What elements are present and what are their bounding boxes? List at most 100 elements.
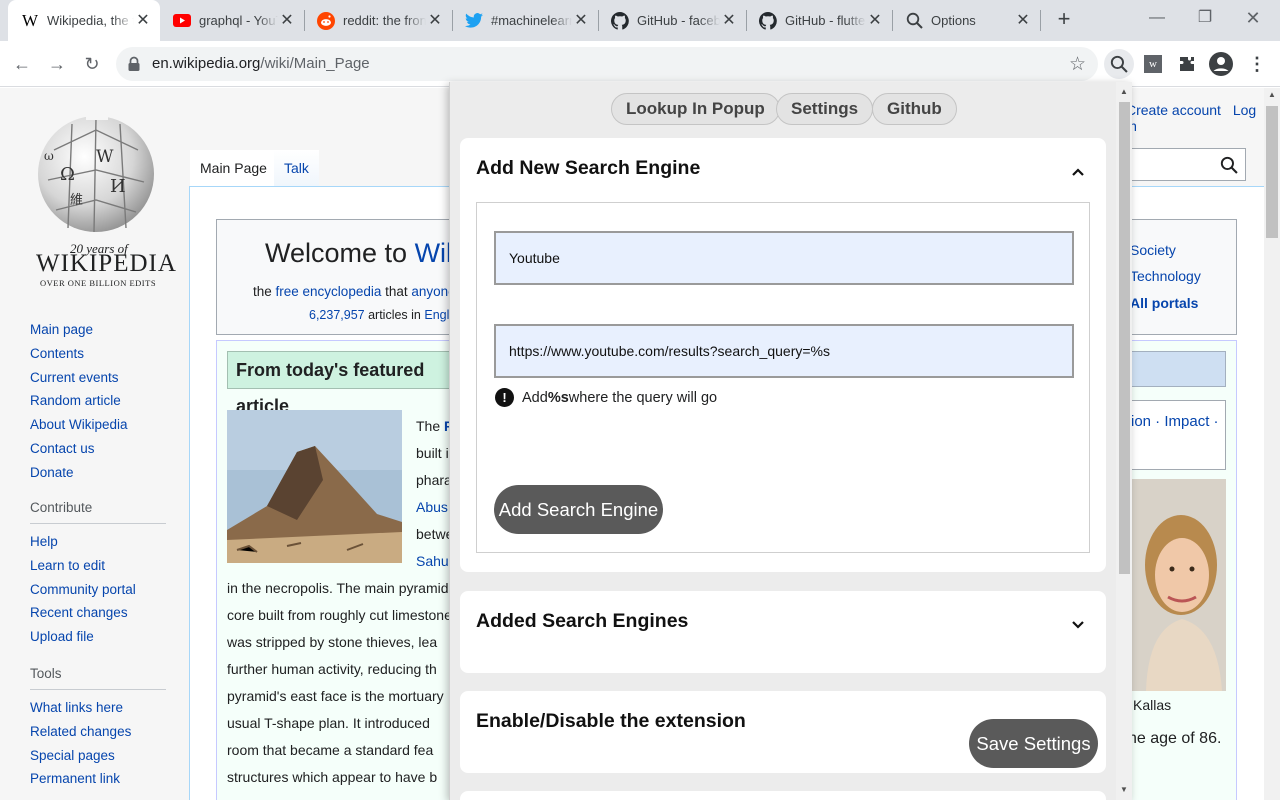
scroll-up-arrow-icon[interactable]: ▲ [1268, 90, 1276, 99]
news-links[interactable]: ion · Impact · [1131, 413, 1219, 430]
article-fragments: The P built i phara Abus betwe Sahu [416, 413, 453, 575]
tab-title: graphql - YouTube [199, 13, 278, 28]
close-icon[interactable]: ✕ [866, 12, 884, 30]
svg-text:維: 維 [70, 193, 83, 208]
scrollbar-thumb[interactable] [1119, 102, 1130, 574]
sidebar-link[interactable]: Learn to edit [30, 554, 166, 578]
scroll-down-arrow-icon[interactable]: ▼ [1120, 785, 1128, 794]
puzzle-globe-icon: Ω W И 維 ω [38, 100, 154, 233]
sidebar-link[interactable]: Contact us [30, 437, 128, 461]
sidebar-link[interactable]: Community portal [30, 578, 166, 602]
sidebar-link[interactable]: Current events [30, 366, 128, 390]
tab-github-flutter[interactable]: GitHub - flutter ✕ [746, 6, 892, 35]
portal-link[interactable]: All portals [1130, 295, 1198, 311]
article-count-text: articles in [364, 308, 425, 322]
create-account-link[interactable]: Create account [1126, 102, 1221, 118]
sidebar-tools: Tools What links here Related changes Sp… [30, 666, 166, 791]
back-arrow-icon[interactable]: ← [11, 53, 33, 75]
sidebar-heading: Contribute [30, 500, 166, 524]
close-icon[interactable]: ✕ [134, 12, 152, 30]
popup-scrollbar[interactable]: ▲ ▼ [1116, 82, 1132, 800]
portal-link[interactable]: Technology [1130, 268, 1201, 284]
enable-disable-title[interactable]: Enable/Disable the extension [476, 710, 746, 733]
close-icon[interactable]: ✕ [720, 12, 738, 30]
person-photo[interactable] [1126, 479, 1226, 691]
tab-github-facebook[interactable]: GitHub - facebook ✕ [598, 6, 746, 35]
close-icon[interactable]: ✕ [278, 12, 296, 30]
add-search-engine-title[interactable]: Add New Search Engine [476, 157, 700, 180]
wikipedia-logo[interactable]: Ω W И 維 ω 20 years of WIKIPEDIA OVER ONE… [34, 100, 176, 288]
sidebar-link[interactable]: Related changes [30, 720, 166, 744]
restore-icon[interactable]: ❐ [1182, 6, 1228, 30]
page-scrollbar[interactable]: ▲ [1264, 88, 1280, 800]
article-line: further human activity, reducing th [227, 661, 437, 677]
address-bar[interactable]: en.wikipedia.org/wiki/Main_Page ☆ [116, 47, 1098, 81]
subtitle-text: that [381, 284, 412, 299]
tab-main-page[interactable]: Main Page [190, 150, 277, 186]
engine-url-input[interactable] [494, 324, 1074, 378]
sidebar-link[interactable]: What links here [30, 696, 166, 720]
portal-link[interactable]: Society [1130, 242, 1176, 258]
sidebar-link[interactable]: Main page [30, 318, 128, 342]
engine-name-input[interactable] [494, 231, 1074, 285]
tab-wikipedia[interactable]: W Wikipedia, the free encyclopedia ✕ [8, 0, 160, 41]
chevron-down-icon[interactable] [1070, 617, 1086, 633]
sidebar-link[interactable]: Help [30, 530, 166, 554]
search-extension-icon[interactable] [1104, 49, 1134, 79]
tab-twitter[interactable]: #machinelearning ✕ [452, 6, 598, 35]
puzzle-extensions-icon[interactable] [1174, 51, 1200, 77]
settings-button[interactable]: Settings [776, 93, 874, 125]
article-line: pyramid's east face is the mortuary [227, 688, 444, 704]
scrollbar-thumb[interactable] [1266, 106, 1278, 238]
close-icon[interactable]: ✕ [1014, 12, 1032, 30]
url-path: /wiki/Main_Page [260, 55, 370, 72]
sidebar-link[interactable]: Recent changes [30, 601, 166, 625]
wiki-search-input[interactable] [1126, 148, 1246, 181]
chevron-up-icon[interactable] [1070, 164, 1086, 180]
article-count-link[interactable]: 6,237,957 [309, 308, 365, 322]
new-tab-plus-icon[interactable]: + [1052, 8, 1076, 32]
tab-options[interactable]: Options ✕ [892, 6, 1040, 35]
portals-box: Society Technology All portals [1126, 219, 1237, 335]
svg-text:И: И [110, 176, 126, 197]
add-search-engine-card: Add New Search Engine ! Add %s where the… [460, 138, 1106, 572]
github-icon [611, 11, 629, 30]
bookmark-star-icon[interactable]: ☆ [1069, 53, 1086, 76]
article-line: in the necropolis. The main pyramid [227, 580, 449, 596]
tab-title: GitHub - flutter [785, 13, 866, 28]
article-link[interactable]: Sahu [416, 553, 449, 569]
add-search-engine-button[interactable]: Add Search Engine [494, 485, 663, 534]
article-link[interactable]: Abus [416, 499, 448, 515]
free-encyclopedia-link[interactable]: free encyclopedia [276, 284, 382, 299]
close-icon[interactable]: ✕ [572, 12, 590, 30]
wikipedia-w-icon: W [21, 10, 39, 30]
tab-talk[interactable]: Talk [274, 150, 319, 186]
tab-reddit[interactable]: reddit: the front page of the internet ✕ [304, 6, 452, 35]
sidebar-link[interactable]: Contents [30, 342, 128, 366]
search-icon[interactable] [1220, 156, 1238, 174]
profile-avatar-icon[interactable] [1208, 51, 1234, 77]
sidebar-link[interactable]: Upload file [30, 625, 166, 649]
save-settings-button[interactable]: Save Settings [969, 719, 1098, 768]
wikipedia-extension-icon[interactable]: w [1140, 51, 1166, 77]
added-search-engines-title[interactable]: Added Search Engines [476, 610, 688, 633]
sidebar-link[interactable]: Random article [30, 389, 128, 413]
scroll-up-arrow-icon[interactable]: ▲ [1120, 87, 1128, 96]
search-icon [905, 12, 923, 30]
pyramid-photo[interactable] [227, 410, 402, 563]
window-close-icon[interactable]: ✕ [1230, 6, 1276, 30]
close-icon[interactable]: ✕ [426, 12, 444, 30]
sidebar-link[interactable]: About Wikipedia [30, 413, 128, 437]
minimize-icon[interactable]: — [1134, 6, 1180, 30]
forward-arrow-icon[interactable]: → [46, 53, 68, 75]
tab-strip: W Wikipedia, the free encyclopedia ✕ gra… [0, 0, 1280, 41]
github-button[interactable]: Github [872, 93, 957, 125]
reload-icon[interactable]: ↻ [81, 53, 103, 75]
lookup-in-popup-button[interactable]: Lookup In Popup [611, 93, 780, 125]
menu-kebab-icon[interactable]: ⋮ [1244, 51, 1270, 77]
sidebar-link[interactable]: Donate [30, 461, 128, 485]
tab-youtube[interactable]: graphql - YouTube ✕ [160, 6, 304, 35]
svg-text:W: W [96, 147, 114, 167]
sidebar-link[interactable]: Permanent link [30, 767, 166, 791]
sidebar-link[interactable]: Special pages [30, 744, 166, 768]
